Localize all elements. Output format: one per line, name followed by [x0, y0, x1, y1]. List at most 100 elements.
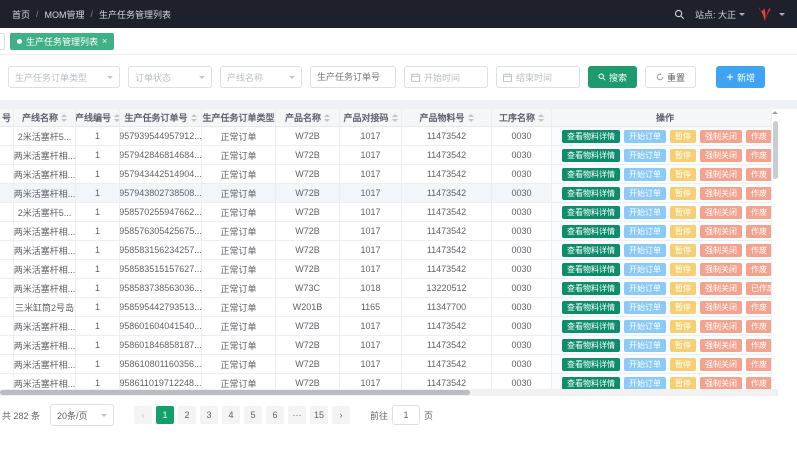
view-material-button[interactable]: 查看物料详情 [562, 263, 620, 276]
void-button[interactable]: 作废 [746, 358, 772, 371]
site-selector[interactable]: 站点: 大正 [695, 8, 745, 21]
start-date-picker[interactable]: 开始时间 [404, 66, 488, 88]
start-order-button[interactable]: 开始订单 [624, 320, 666, 333]
page-button-2[interactable]: 2 [178, 406, 196, 424]
void-button[interactable]: 作废 [746, 244, 772, 257]
void-button[interactable]: 作废 [746, 339, 772, 352]
force-close-button[interactable]: 强制关闭 [700, 358, 742, 371]
void-button[interactable]: 作废 [746, 301, 772, 314]
table-row[interactable]: 两米活塞杆相...1958611019712248...正常订单W72B1017… [0, 374, 778, 389]
view-material-button[interactable]: 查看物料详情 [562, 358, 620, 371]
pause-button[interactable]: 暂停 [670, 168, 696, 181]
tab-partial[interactable] [0, 33, 5, 50]
column-header-material-no[interactable]: 产品物料号 [402, 109, 492, 126]
view-material-button[interactable]: 查看物料详情 [562, 244, 620, 257]
table-row[interactable]: 两米活塞杆相...1958583738563036...正常订单W73C1018… [0, 279, 778, 298]
pause-button[interactable]: 暂停 [670, 301, 696, 314]
force-close-button[interactable]: 强制关闭 [700, 244, 742, 257]
table-row[interactable]: 2米活塞杆5...1958570255947662...正常订单W72B1017… [0, 203, 778, 222]
pause-button[interactable]: 暂停 [670, 339, 696, 352]
pause-button[interactable]: 暂停 [670, 377, 696, 390]
view-material-button[interactable]: 查看物料详情 [562, 130, 620, 143]
breadcrumb-home[interactable]: 首页 [12, 8, 30, 21]
column-header-product-code[interactable]: 产品对接码 [340, 109, 402, 126]
order-type-select[interactable]: 生产任务订单类型 [8, 66, 120, 88]
void-button[interactable]: 作废 [746, 168, 772, 181]
force-close-button[interactable]: 强制关闭 [700, 263, 742, 276]
add-button[interactable]: 新增 [716, 66, 765, 88]
table-row[interactable]: 两米活塞杆相...1958583515157627...正常订单W72B1017… [0, 260, 778, 279]
start-order-button[interactable]: 开始订单 [624, 301, 666, 314]
view-material-button[interactable]: 查看物料详情 [562, 301, 620, 314]
sort-carets-icon[interactable] [392, 114, 398, 122]
order-status-select[interactable]: 订单状态 [128, 66, 212, 88]
goto-page-input[interactable] [392, 405, 420, 425]
sort-carets-icon[interactable] [468, 114, 474, 122]
end-date-picker[interactable]: 结束时间 [496, 66, 580, 88]
start-order-button[interactable]: 开始订单 [624, 282, 666, 295]
void-button[interactable]: 作废 [746, 377, 772, 390]
force-close-button[interactable]: 强制关闭 [700, 320, 742, 333]
table-row[interactable]: 两米活塞杆相...1958583156234257...正常订单W72B1017… [0, 241, 778, 260]
horizontal-scrollbar[interactable] [0, 389, 778, 396]
start-order-button[interactable]: 开始订单 [624, 263, 666, 276]
column-header-line-no[interactable]: 产线编号 [76, 109, 120, 126]
column-header-order-no[interactable]: 生产任务订单号 [120, 109, 202, 126]
force-close-button[interactable]: 强制关闭 [700, 130, 742, 143]
pause-button[interactable]: 暂停 [670, 358, 696, 371]
scroll-up-icon[interactable] [772, 111, 778, 114]
start-order-button[interactable]: 开始订单 [624, 149, 666, 162]
start-order-button[interactable]: 开始订单 [624, 339, 666, 352]
pause-button[interactable]: 暂停 [670, 149, 696, 162]
line-name-select[interactable]: 产线名称 [220, 66, 302, 88]
force-close-button[interactable]: 强制关闭 [700, 339, 742, 352]
void-button[interactable]: 作废 [746, 263, 772, 276]
force-close-button[interactable]: 强制关闭 [700, 282, 742, 295]
table-row[interactable]: 两米活塞杆相...1958601604041540...正常订单W72B1017… [0, 317, 778, 336]
view-material-button[interactable]: 查看物料详情 [562, 225, 620, 238]
column-header-product-name[interactable]: 产品名称 [276, 109, 340, 126]
page-button-6[interactable]: 6 [266, 406, 284, 424]
start-order-button[interactable]: 开始订单 [624, 187, 666, 200]
void-button[interactable]: 作废 [746, 206, 772, 219]
start-order-button[interactable]: 开始订单 [624, 244, 666, 257]
pause-button[interactable]: 暂停 [670, 244, 696, 257]
search-button[interactable]: 搜索 [588, 66, 637, 88]
breadcrumb-mom[interactable]: MOM管理 [45, 8, 85, 21]
page-button-15[interactable]: 15 [310, 406, 328, 424]
view-material-button[interactable]: 查看物料详情 [562, 320, 620, 333]
page-button-3[interactable]: 3 [200, 406, 218, 424]
tab-production-task-list[interactable]: 生产任务管理列表 × [10, 33, 114, 50]
sort-carets-icon[interactable] [191, 114, 197, 122]
page-size-select[interactable]: 20条/页 [50, 404, 114, 426]
pause-button[interactable]: 暂停 [670, 206, 696, 219]
table-row[interactable]: 两米活塞杆相...1957943802738508...正常订单W72B1017… [0, 184, 778, 203]
start-order-button[interactable]: 开始订单 [624, 206, 666, 219]
start-order-button[interactable]: 开始订单 [624, 377, 666, 390]
void-button[interactable]: 作废 [746, 320, 772, 333]
table-row[interactable]: 两米活塞杆相...1958576305425675...正常订单W72B1017… [0, 222, 778, 241]
view-material-button[interactable]: 查看物料详情 [562, 168, 620, 181]
view-material-button[interactable]: 查看物料详情 [562, 282, 620, 295]
column-header-process-name[interactable]: 工序名称 [492, 109, 552, 126]
pause-button[interactable]: 暂停 [670, 263, 696, 276]
prev-page-button[interactable]: ‹ [134, 406, 152, 424]
pause-button[interactable]: 暂停 [670, 320, 696, 333]
vertical-scroll-thumb[interactable] [773, 121, 778, 179]
sort-carets-icon[interactable] [324, 114, 330, 122]
table-row[interactable]: 两米活塞杆相...1958610801160356...正常订单W72B1017… [0, 355, 778, 374]
sort-carets-icon[interactable] [538, 114, 544, 122]
force-close-button[interactable]: 强制关闭 [700, 168, 742, 181]
pause-button[interactable]: 暂停 [670, 187, 696, 200]
pause-button[interactable]: 暂停 [670, 225, 696, 238]
view-material-button[interactable]: 查看物料详情 [562, 187, 620, 200]
pause-button[interactable]: 暂停 [670, 282, 696, 295]
force-close-button[interactable]: 强制关闭 [700, 149, 742, 162]
table-row[interactable]: 两米活塞杆相...1957942846814684...正常订单W72B1017… [0, 146, 778, 165]
order-no-input[interactable] [310, 66, 396, 88]
view-material-button[interactable]: 查看物料详情 [562, 149, 620, 162]
reset-button[interactable]: 重置 [645, 66, 696, 88]
table-row[interactable]: 两米活塞杆相...1958601846858187...正常订单W72B1017… [0, 336, 778, 355]
void-button[interactable]: 作废 [746, 187, 772, 200]
view-material-button[interactable]: 查看物料详情 [562, 206, 620, 219]
